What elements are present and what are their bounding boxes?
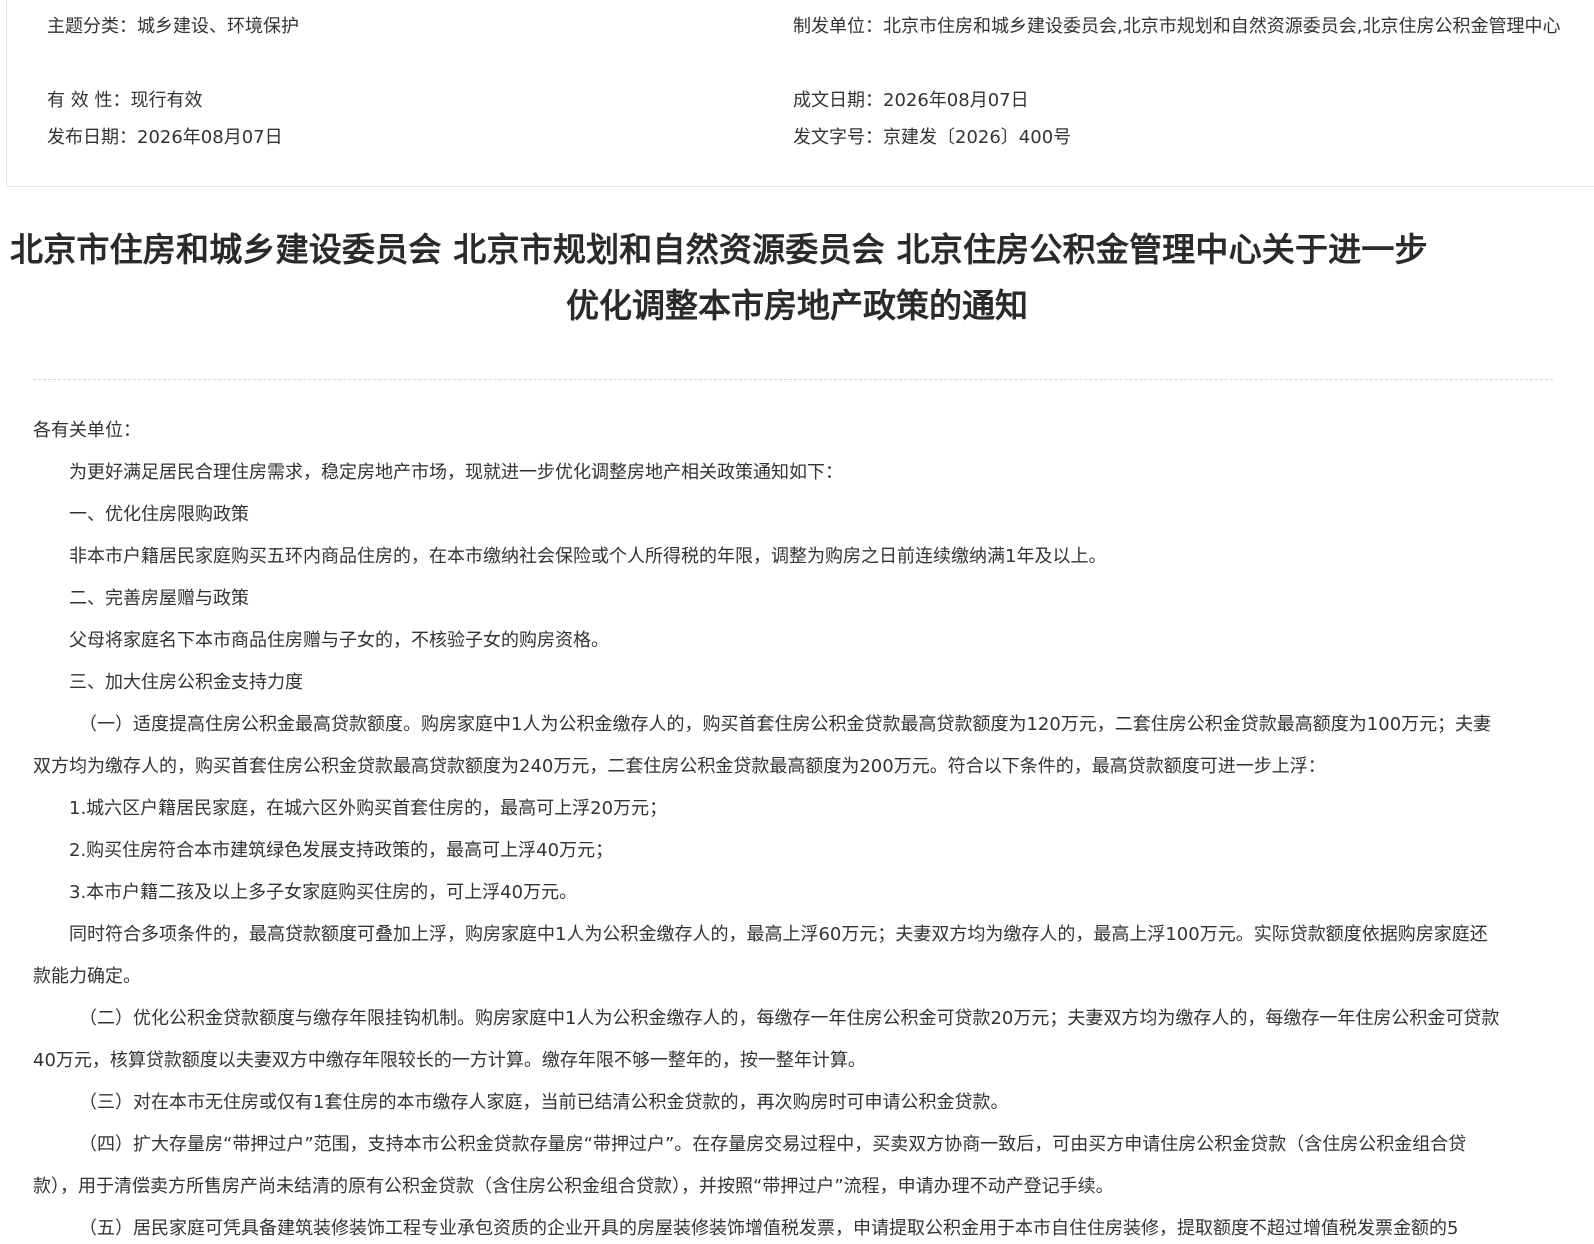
topic-value: 城乡建设、环境保护 — [137, 16, 299, 37]
item-5-paragraph: （五）居民家庭可凭具备建筑装修装饰工程专业承包资质的企业开具的房屋装修装饰增值税… — [79, 1218, 1459, 1239]
topic-field: 主题分类：城乡建设、环境保护 — [47, 14, 299, 40]
title-divider — [33, 379, 1553, 380]
written-date-label: 成文日期： — [793, 90, 883, 111]
document-page: 主题分类：城乡建设、环境保护 有 效 性：现行有效 发布日期：2026年08月0… — [0, 0, 1594, 1244]
document-title: 北京市住房和城乡建设委员会 北京市规划和自然资源委员会 北京住房公积金管理中心关… — [0, 222, 1594, 334]
title-line-2: 优化调整本市房地产政策的通知 — [566, 286, 1028, 325]
topic-label: 主题分类： — [47, 16, 137, 37]
title-line-1: 北京市住房和城乡建设委员会 北京市规划和自然资源委员会 北京住房公积金管理中心关… — [10, 230, 1428, 269]
document-metadata-panel: 主题分类：城乡建设、环境保护 有 效 性：现行有效 发布日期：2026年08月0… — [6, 0, 1594, 187]
item-3-paragraph: （三）对在本市无住房或仅有1套住房的本市缴存人家庭，当前已结清公积金贷款的，再次… — [79, 1092, 1009, 1113]
publish-date-value: 2026年08月07日 — [137, 127, 283, 148]
written-date-value: 2026年08月07日 — [883, 90, 1029, 111]
section-2-text: 父母将家庭名下本市商品住房赠与子女的，不核验子女的购房资格。 — [69, 630, 609, 651]
condition-1: 1.城六区户籍居民家庭，在城六区外购买首套住房的，最高可上浮20万元； — [69, 798, 668, 819]
salutation: 各有关单位： — [33, 420, 141, 441]
item-2-paragraph: （二）优化公积金贷款额度与缴存年限挂钩机制。购房家庭中1人为公积金缴存人的，每缴… — [33, 1008, 1500, 1071]
section-3-heading: 三、加大住房公积金支持力度 — [69, 672, 303, 693]
doc-number-value: 京建发〔2026〕400号 — [883, 127, 1072, 148]
section-1-text: 非本市户籍居民家庭购买五环内商品住房的，在本市缴纳社会保险或个人所得税的年限，调… — [69, 546, 1107, 567]
section-1-heading: 一、优化住房限购政策 — [69, 504, 249, 525]
section-2-heading: 二、完善房屋赠与政策 — [69, 588, 249, 609]
condition-2: 2.购买住房符合本市建筑绿色发展支持政策的，最高可上浮40万元； — [69, 840, 614, 861]
issuer-label: 制发单位： — [793, 16, 883, 37]
condition-3: 3.本市户籍二孩及以上多子女家庭购买住房的，可上浮40万元。 — [69, 882, 578, 903]
validity-label: 有 效 性： — [47, 90, 131, 111]
doc-number-label: 发文字号： — [793, 127, 883, 148]
item-4-paragraph: （四）扩大存量房“带押过户”范围，支持本市公积金贷款存量房“带押过户”。在存量房… — [33, 1134, 1467, 1197]
issuer-field: 制发单位：北京市住房和城乡建设委员会,北京市规划和自然资源委员会,北京住房公积金… — [793, 8, 1563, 45]
publish-date-label: 发布日期： — [47, 127, 137, 148]
document-body: 各有关单位： 为更好满足居民合理住房需求，稳定房地产市场，现就进一步优化调整房地… — [33, 410, 1503, 1244]
validity-value: 现行有效 — [130, 90, 203, 111]
item-1-paragraph: （一）适度提高住房公积金最高贷款额度。购房家庭中1人为公积金缴存人的，购买首套住… — [33, 714, 1492, 777]
written-date-field: 成文日期：2026年08月07日 — [793, 88, 1029, 114]
issuer-value: 北京市住房和城乡建设委员会,北京市规划和自然资源委员会,北京住房公积金管理中心 — [883, 16, 1561, 37]
intro-paragraph: 为更好满足居民合理住房需求，稳定房地产市场，现就进一步优化调整房地产相关政策通知… — [69, 462, 843, 483]
stacking-paragraph: 同时符合多项条件的，最高贷款额度可叠加上浮，购房家庭中1人为公积金缴存人的，最高… — [33, 924, 1488, 987]
publish-date-field: 发布日期：2026年08月07日 — [47, 125, 283, 151]
validity-field: 有 效 性：现行有效 — [47, 88, 202, 114]
doc-number-field: 发文字号：京建发〔2026〕400号 — [793, 125, 1071, 151]
